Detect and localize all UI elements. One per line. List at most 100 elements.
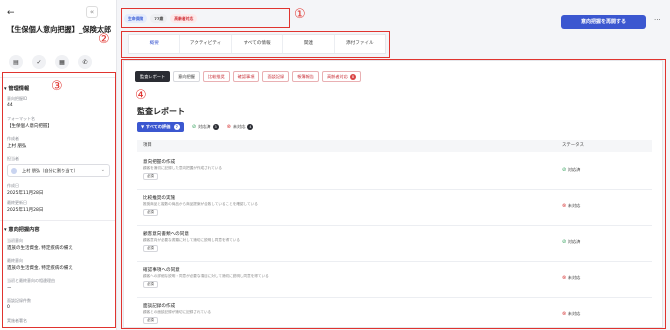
field-label: フォーマット名	[7, 116, 35, 121]
required-badge: 必須	[143, 281, 158, 288]
section-management-info[interactable]: ▾ 管理情報	[4, 85, 29, 92]
status-label: 未対応	[567, 275, 581, 280]
main-panel: 監査レポート 意向把握 比較推奨 確認事項 面談記録 帳簿報告 高齢者対応 8 監査レポート …	[123, 60, 663, 328]
section-title: 管理情報	[8, 86, 30, 92]
tab-bar: 概要 アクティビティ すべての情報 関連 添付ファイル	[128, 34, 386, 54]
filter-all-button[interactable]: ▼ すべての評価 7	[137, 122, 184, 132]
subtab-label: 高齢者対応	[326, 74, 348, 79]
annotation-label-2: ②	[98, 32, 110, 47]
required-badge: 必須	[143, 245, 158, 252]
owner-value: 上村 朋弘（自分に割り当て）	[22, 168, 78, 173]
collapse-panel-icon[interactable]: «	[86, 6, 98, 18]
row-description: 顧客への詳細な説明・同意が必要な項目に対して適切に説明し同意を得ている	[143, 274, 269, 278]
filter-ng-label: 未対応	[232, 124, 246, 129]
field-label: 意向把握ID	[7, 96, 28, 101]
x-circle-icon: ⊗	[226, 124, 231, 130]
required-badge: 必須	[143, 173, 158, 180]
field-label: 担当者	[7, 156, 19, 161]
table-row: 意向把握の作成 顧客を適切に記録した意向把握が作成されている 必須 ⊘ 対応済	[137, 154, 652, 190]
field-label: 最終更新日	[7, 200, 27, 205]
subtab-label: 面談記録	[267, 74, 285, 79]
chat-icon[interactable]: ▤	[9, 55, 23, 69]
back-arrow-icon[interactable]: ←	[7, 8, 15, 18]
tab-item[interactable]: 概要	[129, 35, 181, 53]
divider	[0, 220, 116, 221]
annotation-label-4: ④	[135, 88, 147, 103]
status-label: 未対応	[567, 203, 581, 208]
table-row: 顧客意向書類への同意 顧客意向が必要な書類に対して適切に説明し同意を得ている 必須 ⊘…	[137, 226, 652, 262]
filter-ok-option[interactable]: ⊘ 対応済 3	[192, 124, 219, 130]
table-row: 面談記録の作成 顧客との面談記録が適切に記録されている 必須 ⊗ 未対応	[137, 298, 652, 327]
row-title: 比較推奨の実施	[143, 196, 176, 201]
row-title: 確認事項への同意	[143, 268, 180, 273]
filter-all-count: 7	[173, 124, 180, 130]
filter-ok-count: 3	[212, 124, 219, 130]
reexecute-button[interactable]: 意向把握を再開する	[561, 15, 646, 29]
phone-icon[interactable]: ✆	[78, 55, 92, 69]
tag-badge: 生命保険	[124, 14, 148, 23]
row-description: 顧客意向が必要な書類に対して適切に説明し同意を得ている	[143, 238, 240, 242]
status-cell: ⊗ 未対応	[562, 275, 580, 281]
tab-item[interactable]: アクティビティ	[180, 35, 232, 53]
status-label: 対応済	[567, 167, 581, 172]
subtab-label: 帳簿報告	[297, 74, 314, 79]
subtab-label: 確認事項	[237, 74, 255, 79]
subtab-item[interactable]: 帳簿報告	[292, 71, 319, 82]
tab-item[interactable]: すべての情報	[232, 35, 284, 53]
status-cell: ⊘ 対応済	[562, 239, 580, 245]
required-badge: 必須	[143, 209, 158, 216]
audit-title: 監査レポート	[137, 107, 185, 116]
section-title: 意向把握内容	[8, 227, 40, 233]
table-row: 比較推奨の実施 推奨商品と複数の商品から商品提案が合致していることを確認している必…	[137, 190, 652, 226]
field-label: 最終意向	[7, 258, 23, 263]
subtab-item[interactable]: 監査レポート	[135, 71, 171, 82]
subtab-item[interactable]: 確認事項	[232, 71, 260, 82]
field-label: 当初意向	[7, 238, 23, 243]
filter-ng-option[interactable]: ⊗ 未対応 4	[227, 124, 254, 130]
status-label: 未対応	[567, 311, 581, 316]
filter-ng-count: 4	[247, 124, 254, 130]
table-row: 確認事項への同意 顧客への詳細な説明・同意が必要な項目に対して適切に説明し同意を得…	[137, 262, 652, 298]
row-description: 顧客との面談記録が適切に記録されている	[143, 310, 212, 314]
owner-select[interactable]: 上村 朋弘（自分に割り当て） ⌄	[7, 164, 110, 177]
check-circle-icon: ⊘	[191, 124, 197, 130]
tab-item[interactable]: 関連	[283, 35, 335, 53]
filter-icon: ▼	[141, 124, 145, 129]
check-icon[interactable]: ✓	[32, 55, 46, 69]
avatar	[11, 168, 17, 174]
subtab-item[interactable]: 意向把握	[173, 71, 200, 82]
field-value: 44	[7, 103, 13, 108]
field-value: 遺族の生活資金, 特定疾病の備え	[7, 246, 73, 251]
calendar-icon[interactable]: ▦	[55, 55, 69, 69]
field-label: 実施者署名	[7, 318, 27, 323]
status-label: 対応済	[567, 239, 581, 244]
field-value: ー	[7, 286, 12, 291]
left-panel: ← « 【生保個人意向把握】_保険太郎 ▤ ✓ ▦ ✆ ▾ 管理情報 意向把握ID 4…	[0, 0, 117, 330]
required-badge: 必須	[143, 317, 158, 324]
tag-list: 生命保険 77歳 高齢者対応	[124, 14, 198, 23]
status-cell: ⊗ 未対応	[562, 311, 580, 317]
more-horizontal-icon[interactable]: ···	[654, 16, 661, 24]
field-label: 作成日	[7, 183, 19, 188]
field-label: 当初と最終意向の相違理由	[7, 278, 55, 283]
column-status: ステータス	[562, 143, 584, 148]
subtab-item[interactable]: 面談記録	[262, 71, 290, 82]
row-description: 顧客を適切に記録した意向把握が作成されている	[143, 166, 222, 170]
subtab-label: 監査レポート	[140, 74, 166, 79]
status-cell: ⊘ 対応済	[562, 167, 580, 173]
tab-item[interactable]: 添付ファイル	[335, 35, 385, 53]
annotation-label-1: ①	[294, 7, 306, 22]
subtab-item[interactable]: 比較推奨	[202, 71, 230, 82]
subtab-label: 意向把握	[178, 74, 195, 79]
subtab-item[interactable]: 高齢者対応 8	[321, 71, 361, 82]
tag-badge: 77歳	[150, 14, 168, 23]
section-intent-content[interactable]: ▾ 意向把握内容	[4, 226, 40, 233]
action-bar: ▤ ✓ ▦ ✆	[9, 55, 92, 69]
row-description: 推奨商品と複数の商品から商品提案が合致していることを確認している	[143, 202, 258, 206]
filter-bar: ▼ すべての評価 7 ⊘ 対応済 3 ⊗ 未対応 4	[137, 122, 254, 132]
field-value: 上村 朋弘	[7, 144, 27, 149]
subtab-label: 比較推奨	[207, 74, 225, 79]
filter-ok-label: 対応済	[198, 124, 211, 129]
field-value: 2025年11月28日	[7, 208, 44, 213]
field-value: 2025年11月28日	[7, 191, 44, 196]
